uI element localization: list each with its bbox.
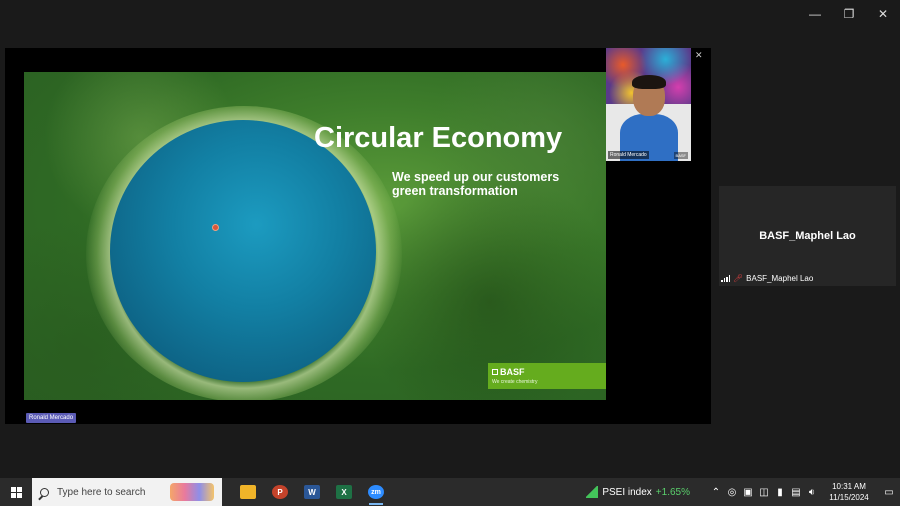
battery-icon[interactable]: ▮ — [772, 478, 788, 506]
basf-square-icon — [492, 369, 498, 375]
windows-logo-icon — [10, 486, 22, 498]
basf-logo-text: BASF — [500, 367, 525, 377]
zoom-icon: zm — [368, 485, 384, 499]
pip-brand-label: BASF — [673, 152, 688, 159]
stock-widget[interactable]: PSEI index +1.65% — [586, 486, 690, 498]
taskbar-app-word[interactable]: W — [296, 478, 328, 506]
slide-title: Circular Economy — [314, 122, 563, 154]
window-controls: — ❐ ✕ — [798, 0, 900, 28]
word-icon: W — [304, 485, 320, 499]
slide-subtitle: We speed up our customers green transfor… — [392, 170, 560, 198]
camera-icon[interactable]: ◫ — [756, 478, 772, 506]
taskbar-search[interactable]: Type here to search — [32, 478, 222, 506]
taskbar-app-excel[interactable]: X — [328, 478, 360, 506]
basf-tagline: We create chemistry — [492, 379, 538, 385]
pip-name-label: Ronald Mercado — [608, 151, 649, 159]
clock[interactable]: 10:31 AM 11/15/2024 — [826, 481, 872, 503]
start-button[interactable] — [0, 478, 32, 506]
network-icon[interactable]: ▤ — [788, 478, 804, 506]
mic-muted-icon: 🎤︎ — [733, 274, 744, 283]
taskbar-app-zoom[interactable]: zm — [360, 478, 392, 506]
taskbar-app-powerpoint[interactable]: P — [264, 478, 296, 506]
stock-change: +1.65% — [655, 486, 690, 498]
search-highlight-art — [170, 483, 214, 501]
restore-button[interactable]: ❐ — [832, 0, 866, 28]
powerpoint-icon: P — [272, 485, 288, 499]
notification-icon[interactable]: ▭ — [878, 487, 900, 498]
presenter-hair — [632, 75, 666, 89]
search-icon — [40, 487, 49, 497]
presenter-video[interactable]: Ronald Mercado BASF — [606, 48, 691, 161]
meeting-window: — ❐ ✕ Circular Economy We speed up our c… — [0, 0, 900, 478]
search-placeholder: Type here to search — [57, 486, 146, 498]
pond-image — [110, 120, 376, 382]
system-tray: PSEI index +1.65% ⌃ ◎ ▣ ◫ ▮ ▤ 🔉︎ 10:31 A… — [586, 478, 900, 506]
app-tray-icon[interactable]: ▣ — [740, 478, 756, 506]
presenter-name-label: Ronald Mercado — [26, 413, 77, 423]
clock-date: 11/15/2024 — [829, 493, 869, 502]
taskbar: Type here to search P W X zm PSEI index … — [0, 478, 900, 506]
participant-tile[interactable]: BASF_Maphel Lao 🎤︎ BASF_Maphel Lao — [719, 186, 896, 286]
presentation-slide: Circular Economy We speed up our custome… — [24, 72, 606, 400]
folder-icon — [240, 485, 256, 499]
basf-logo: BASF — [492, 367, 525, 377]
excel-icon: X — [336, 485, 352, 499]
stock-chart-icon — [586, 486, 599, 498]
basf-logo-bar: BASF We create chemistry — [488, 363, 606, 389]
signal-strength-icon — [721, 275, 730, 282]
participant-display-name: BASF_Maphel Lao — [759, 230, 856, 242]
minimize-button[interactable]: — — [798, 0, 832, 28]
close-button[interactable]: ✕ — [866, 0, 900, 28]
taskbar-app-file-explorer[interactable] — [232, 478, 264, 506]
chevron-up-icon[interactable]: ⌃ — [708, 478, 724, 506]
participant-footer: 🎤︎ BASF_Maphel Lao — [721, 274, 813, 283]
clock-time: 10:31 AM — [832, 482, 866, 491]
participant-footer-name: BASF_Maphel Lao — [746, 274, 814, 283]
pointer-dot — [212, 224, 219, 231]
stock-name: PSEI index — [602, 486, 652, 498]
close-icon[interactable]: ✕ — [695, 50, 703, 61]
volume-icon[interactable]: 🔉︎ — [804, 478, 820, 506]
viber-icon[interactable]: ◎ — [724, 478, 740, 506]
